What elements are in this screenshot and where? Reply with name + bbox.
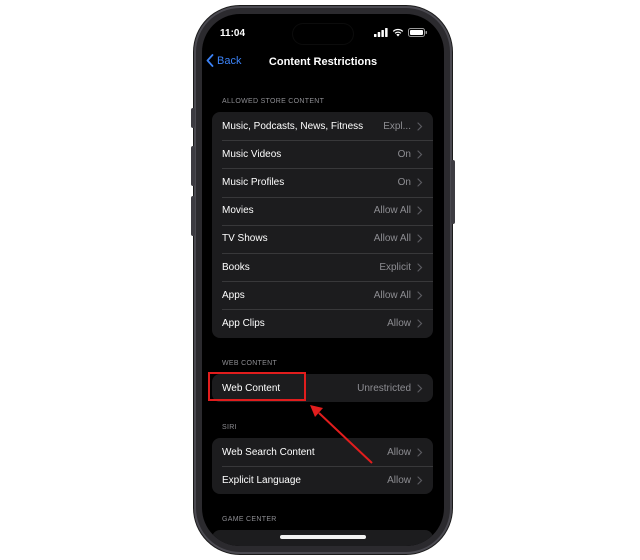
annotation-arrow xyxy=(310,405,373,464)
dynamic-island xyxy=(293,24,353,44)
